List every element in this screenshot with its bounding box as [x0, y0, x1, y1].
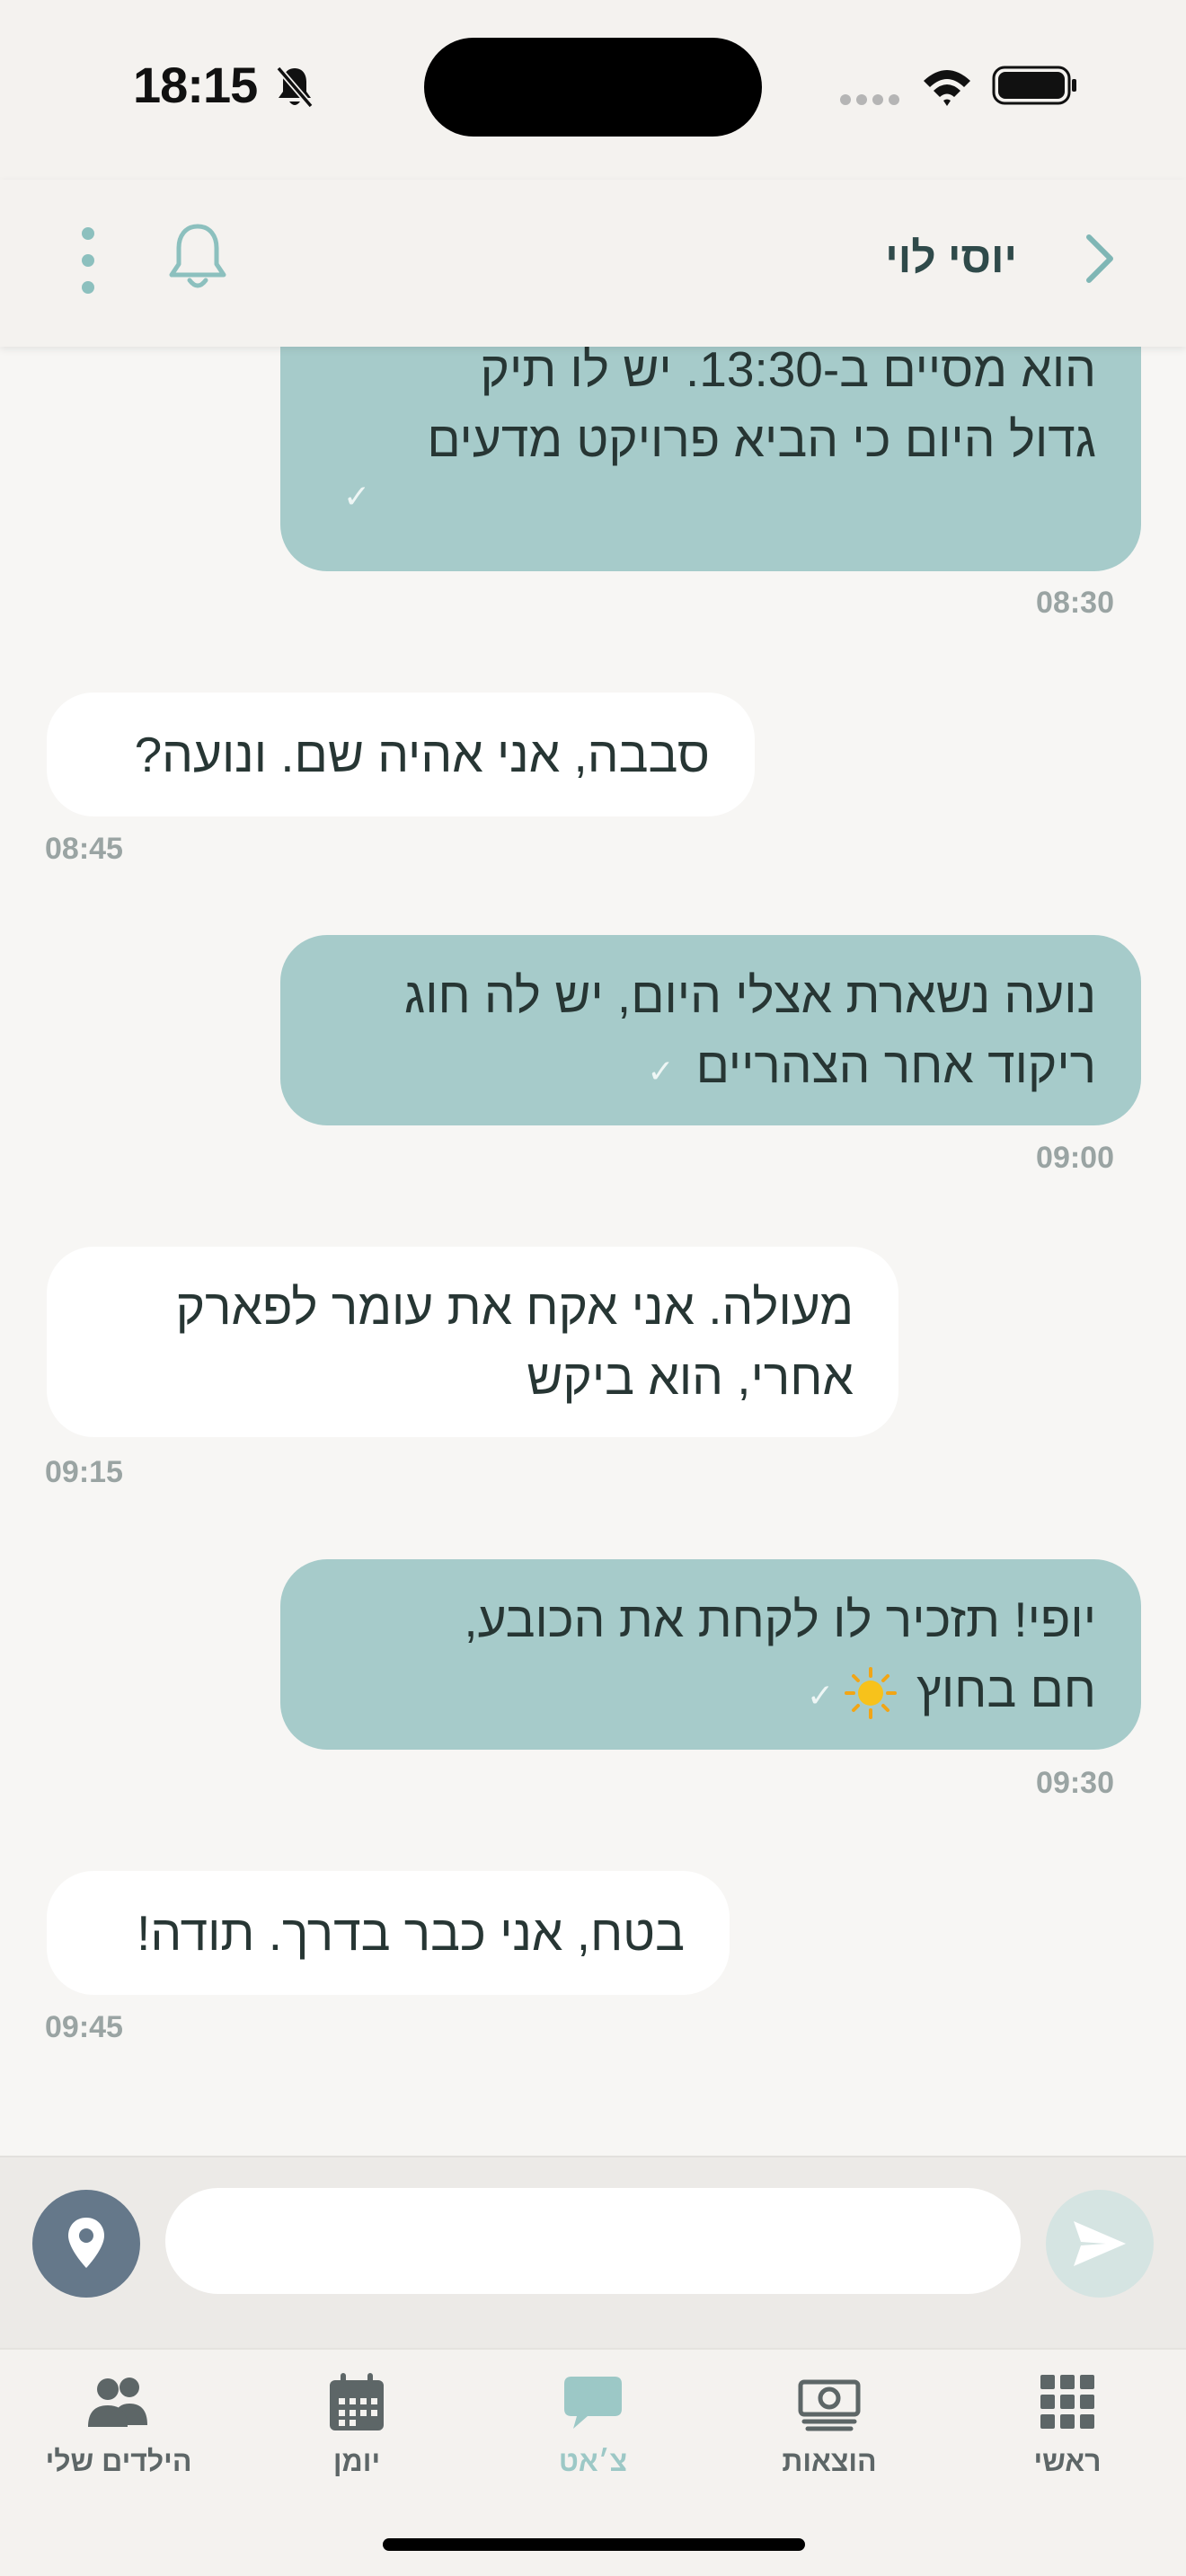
grid-icon: [1040, 2375, 1094, 2429]
message-text: נועה נשארת אצלי היום, יש לה חוג: [404, 967, 1096, 1023]
location-button[interactable]: [32, 2190, 140, 2298]
tab-my-kids[interactable]: הילדים שלי: [38, 2369, 199, 2504]
tab-label: צ׳אט: [558, 2445, 628, 2477]
wifi-icon: [924, 70, 970, 106]
read-check-icon: ✓: [647, 1053, 675, 1090]
people-icon: [88, 2378, 147, 2427]
send-arrow-icon: [1074, 2221, 1126, 2266]
message-bubble-incoming[interactable]: מעולה. אני אקח את עומר לפארק אחרי, הוא ב…: [47, 1247, 898, 1437]
tab-label: ראשי: [1033, 2445, 1102, 2477]
read-check-icon: ✓: [343, 478, 371, 515]
message-bubble-outgoing[interactable]: יופי! תזכיר לו לקחת את הכובע, חם בחוץ ✓: [280, 1559, 1141, 1750]
message-text: סבבה, אני אהיה שם. ונועה?: [134, 727, 710, 782]
message-time: 09:30: [1036, 1766, 1114, 1800]
calendar-icon: [330, 2373, 384, 2430]
message-bubble-incoming[interactable]: סבבה, אני אהיה שם. ונועה?: [47, 693, 755, 816]
message-text: הוא מסיים ב-13:30. יש לו תיק: [480, 347, 1096, 397]
message-input-bar: [0, 2156, 1186, 2348]
message-input[interactable]: [165, 2188, 1021, 2294]
bell-muted-icon: [276, 66, 314, 109]
message-text: מעולה. אני אקח את עומר לפארק: [175, 1279, 854, 1335]
tab-chat[interactable]: צ׳אט: [539, 2369, 647, 2504]
message-text: חם בחוץ: [916, 1662, 1096, 1717]
money-icon: [798, 2379, 861, 2431]
message-time: 09:45: [45, 2010, 123, 2044]
message-bubble-outgoing[interactable]: הוא מסיים ב-13:30. יש לו תיק גדול היום כ…: [280, 347, 1141, 571]
message-text: אחרי, הוא ביקש: [527, 1349, 854, 1405]
contact-name[interactable]: יוסי לוי: [885, 234, 1017, 283]
back-chevron-icon[interactable]: [1080, 230, 1120, 287]
message-time: 08:45: [45, 832, 123, 866]
chat-icon: [564, 2377, 622, 2429]
status-time: 18:15: [133, 57, 258, 113]
message-text: גדול היום כי הביא פרויקט מדעים: [427, 411, 1096, 467]
message-time: 09:15: [45, 1455, 123, 1489]
read-check-icon: ✓: [806, 1677, 835, 1714]
message-text: יופי! תזכיר לו לקחת את הכובע,: [464, 1592, 1096, 1647]
bell-icon[interactable]: [167, 221, 228, 293]
dynamic-island: [424, 38, 762, 137]
cellular-signal-icon: [840, 94, 899, 105]
tab-home[interactable]: ראשי: [1013, 2369, 1121, 2504]
message-text: בטח, אני כבר בדרך. תודה!: [137, 1905, 685, 1961]
message-text: ריקוד אחר הצהריים: [695, 1037, 1096, 1093]
battery-icon: [992, 66, 1076, 105]
more-options-icon[interactable]: [75, 225, 101, 296]
message-bubble-incoming[interactable]: בטח, אני כבר בדרך. תודה!: [47, 1871, 730, 1995]
home-indicator: [383, 2538, 805, 2551]
status-bar: 18:15: [0, 0, 1186, 180]
message-time: 09:00: [1036, 1141, 1114, 1175]
sun-emoji-icon: [845, 1667, 898, 1720]
send-button[interactable]: [1046, 2190, 1154, 2298]
tab-label: יומן: [332, 2445, 381, 2477]
message-list[interactable]: הוא מסיים ב-13:30. יש לו תיק גדול היום כ…: [0, 347, 1186, 2138]
chat-header: יוסי לוי: [0, 180, 1186, 347]
tab-calendar[interactable]: יומן: [303, 2369, 411, 2504]
location-pin-icon: [68, 2218, 104, 2268]
tab-expenses[interactable]: הוצאות: [771, 2369, 888, 2504]
tab-label: הילדים שלי: [45, 2445, 192, 2477]
message-bubble-outgoing[interactable]: נועה נשארת אצלי היום, יש לה חוג ריקוד אח…: [280, 935, 1141, 1125]
tab-label: הוצאות: [782, 2445, 877, 2477]
message-time: 08:30: [1036, 586, 1114, 620]
